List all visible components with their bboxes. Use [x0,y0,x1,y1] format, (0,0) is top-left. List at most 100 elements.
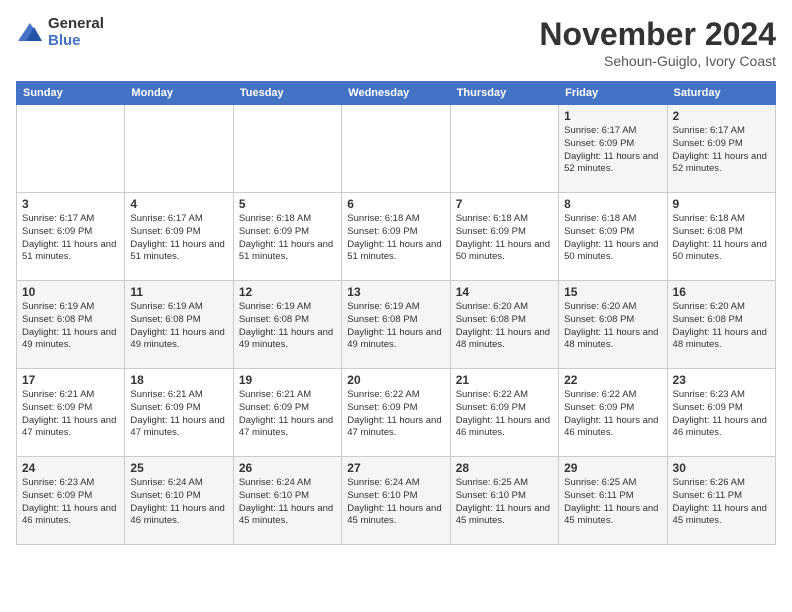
table-row: 6 Sunrise: 6:18 AM Sunset: 6:09 PM Daylig… [342,193,450,281]
day-info: Sunrise: 6:26 AM Sunset: 6:11 PM Dayligh… [673,477,770,528]
day-info: Sunrise: 6:19 AM Sunset: 6:08 PM Dayligh… [239,301,336,352]
day-info: Sunrise: 6:17 AM Sunset: 6:09 PM Dayligh… [564,125,661,176]
day-number: 27 [347,461,444,475]
day-number: 8 [564,197,661,211]
header-wednesday: Wednesday [342,82,450,105]
table-row: 27 Sunrise: 6:24 AM Sunset: 6:10 PM Dayli… [342,457,450,545]
day-info: Sunrise: 6:19 AM Sunset: 6:08 PM Dayligh… [22,301,119,352]
table-row: 9 Sunrise: 6:18 AM Sunset: 6:08 PM Daylig… [667,193,775,281]
table-row: 20Sunrise: 6:22 AM Sunset: 6:09 PM Dayli… [342,369,450,457]
table-row [125,105,233,193]
day-number: 16 [673,285,770,299]
day-number: 2 [673,109,770,123]
table-row: 5Sunrise: 6:18 AM Sunset: 6:09 PM Daylig… [233,193,341,281]
day-number: 10 [22,285,119,299]
table-row [17,105,125,193]
day-number: 19 [239,373,336,387]
day-info: Sunrise: 6:19 AM Sunset: 6:08 PM Dayligh… [130,301,227,352]
table-row: 28Sunrise: 6:25 AM Sunset: 6:10 PM Dayli… [450,457,558,545]
weekday-header-row: Sunday Monday Tuesday Wednesday Thursday… [17,82,776,105]
day-info: Sunrise: 6:25 AM Sunset: 6:10 PM Dayligh… [456,477,553,528]
table-row: 29Sunrise: 6:25 AM Sunset: 6:11 PM Dayli… [559,457,667,545]
calendar-week-2: 3Sunrise: 6:17 AM Sunset: 6:09 PM Daylig… [17,193,776,281]
day-number: 12 [239,285,336,299]
day-info: Sunrise: 6:21 AM Sunset: 6:09 PM Dayligh… [130,389,227,440]
day-number: 22 [564,373,661,387]
month-title: November 2024 [539,16,776,53]
day-info: Sunrise: 6:18 AM Sunset: 6:09 PM Dayligh… [456,213,553,264]
calendar-week-5: 24 Sunrise: 6:23 AM Sunset: 6:09 PM Dayli… [17,457,776,545]
table-row [233,105,341,193]
day-number: 26 [239,461,336,475]
day-number: 7 [456,197,553,211]
day-number: 17 [22,373,119,387]
table-row: 10 Sunrise: 6:19 AM Sunset: 6:08 PM Dayli… [17,281,125,369]
table-row: 2Sunrise: 6:17 AM Sunset: 6:09 PM Daylig… [667,105,775,193]
page-header: General Blue November 2024 Sehoun-Guiglo… [16,16,776,69]
table-row: 16 Sunrise: 6:20 AM Sunset: 6:08 PM Dayli… [667,281,775,369]
day-info: Sunrise: 6:22 AM Sunset: 6:09 PM Dayligh… [564,389,661,440]
day-number: 9 [673,197,770,211]
table-row [450,105,558,193]
day-info: Sunrise: 6:20 AM Sunset: 6:08 PM Dayligh… [564,301,661,352]
table-row: 24 Sunrise: 6:23 AM Sunset: 6:09 PM Dayli… [17,457,125,545]
header-monday: Monday [125,82,233,105]
day-info: Sunrise: 6:22 AM Sunset: 6:09 PM Dayligh… [347,389,444,440]
table-row: 1 Sunrise: 6:17 AM Sunset: 6:09 PM Daylig… [559,105,667,193]
calendar-table: Sunday Monday Tuesday Wednesday Thursday… [16,81,776,545]
day-number: 4 [130,197,227,211]
table-row: 30Sunrise: 6:26 AM Sunset: 6:11 PM Dayli… [667,457,775,545]
day-number: 6 [347,197,444,211]
day-number: 25 [130,461,227,475]
table-row: 18Sunrise: 6:21 AM Sunset: 6:09 PM Dayli… [125,369,233,457]
table-row [342,105,450,193]
table-row: 25 Sunrise: 6:24 AM Sunset: 6:10 PM Dayli… [125,457,233,545]
day-info: Sunrise: 6:21 AM Sunset: 6:09 PM Dayligh… [239,389,336,440]
day-number: 13 [347,285,444,299]
day-info: Sunrise: 6:24 AM Sunset: 6:10 PM Dayligh… [239,477,336,528]
day-info: Sunrise: 6:17 AM Sunset: 6:09 PM Dayligh… [130,213,227,264]
calendar-week-1: 1 Sunrise: 6:17 AM Sunset: 6:09 PM Daylig… [17,105,776,193]
table-row: 13 Sunrise: 6:19 AM Sunset: 6:08 PM Dayli… [342,281,450,369]
logo-blue-text: Blue [48,33,104,50]
day-info: Sunrise: 6:18 AM Sunset: 6:09 PM Dayligh… [564,213,661,264]
location-subtitle: Sehoun-Guiglo, Ivory Coast [539,53,776,69]
day-info: Sunrise: 6:17 AM Sunset: 6:09 PM Dayligh… [22,213,119,264]
table-row: 19 Sunrise: 6:21 AM Sunset: 6:09 PM Dayli… [233,369,341,457]
table-row: 8 Sunrise: 6:18 AM Sunset: 6:09 PM Daylig… [559,193,667,281]
table-row: 26 Sunrise: 6:24 AM Sunset: 6:10 PM Dayli… [233,457,341,545]
day-info: Sunrise: 6:24 AM Sunset: 6:10 PM Dayligh… [347,477,444,528]
table-row: 15 Sunrise: 6:20 AM Sunset: 6:08 PM Dayli… [559,281,667,369]
table-row: 21 Sunrise: 6:22 AM Sunset: 6:09 PM Dayli… [450,369,558,457]
header-sunday: Sunday [17,82,125,105]
header-friday: Friday [559,82,667,105]
table-row: 11Sunrise: 6:19 AM Sunset: 6:08 PM Dayli… [125,281,233,369]
day-info: Sunrise: 6:22 AM Sunset: 6:09 PM Dayligh… [456,389,553,440]
table-row: 17 Sunrise: 6:21 AM Sunset: 6:09 PM Dayli… [17,369,125,457]
day-number: 23 [673,373,770,387]
day-info: Sunrise: 6:23 AM Sunset: 6:09 PM Dayligh… [22,477,119,528]
day-info: Sunrise: 6:21 AM Sunset: 6:09 PM Dayligh… [22,389,119,440]
table-row: 12 Sunrise: 6:19 AM Sunset: 6:08 PM Dayli… [233,281,341,369]
day-info: Sunrise: 6:18 AM Sunset: 6:08 PM Dayligh… [673,213,770,264]
header-saturday: Saturday [667,82,775,105]
calendar-week-4: 17 Sunrise: 6:21 AM Sunset: 6:09 PM Dayli… [17,369,776,457]
day-info: Sunrise: 6:18 AM Sunset: 6:09 PM Dayligh… [347,213,444,264]
day-number: 24 [22,461,119,475]
header-tuesday: Tuesday [233,82,341,105]
calendar-week-3: 10 Sunrise: 6:19 AM Sunset: 6:08 PM Dayli… [17,281,776,369]
table-row: 3Sunrise: 6:17 AM Sunset: 6:09 PM Daylig… [17,193,125,281]
day-number: 15 [564,285,661,299]
day-info: Sunrise: 6:19 AM Sunset: 6:08 PM Dayligh… [347,301,444,352]
table-row: 14Sunrise: 6:20 AM Sunset: 6:08 PM Dayli… [450,281,558,369]
day-number: 29 [564,461,661,475]
day-number: 21 [456,373,553,387]
day-info: Sunrise: 6:23 AM Sunset: 6:09 PM Dayligh… [673,389,770,440]
day-info: Sunrise: 6:20 AM Sunset: 6:08 PM Dayligh… [456,301,553,352]
table-row: 22 Sunrise: 6:22 AM Sunset: 6:09 PM Dayli… [559,369,667,457]
day-number: 1 [564,109,661,123]
day-info: Sunrise: 6:20 AM Sunset: 6:08 PM Dayligh… [673,301,770,352]
logo[interactable]: General Blue [16,16,104,49]
day-info: Sunrise: 6:24 AM Sunset: 6:10 PM Dayligh… [130,477,227,528]
logo-general-text: General [48,16,104,33]
